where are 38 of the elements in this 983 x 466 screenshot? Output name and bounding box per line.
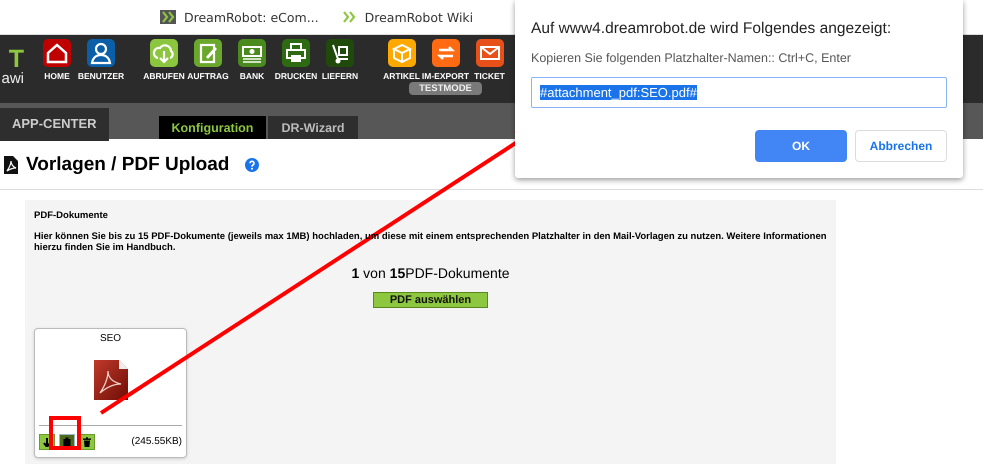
document-count: 1 von 15PDF-Dokumente: [350, 265, 510, 281]
logo-subtext: awi: [1, 71, 24, 87]
bookmark-link[interactable]: DreamRobot Wiki: [364, 10, 474, 24]
tab[interactable]: Konfiguration: [158, 116, 266, 139]
toolbar-button[interactable]: ARTIKEL: [380, 35, 423, 81]
clipboard-icon: [62, 436, 72, 446]
toolbar-button[interactable]: ABRUFEN: [142, 35, 186, 103]
dialog-message: Kopieren Sie folgenden Platzhalter-Namen:: Ctrl+C, Enter: [531, 51, 852, 65]
toolbar-button[interactable]: BANK: [230, 35, 274, 103]
testmode-badge: TESTMODE: [409, 82, 482, 95]
chevron-logo-icon: [340, 10, 357, 24]
app-center-tab[interactable]: APP-CENTER: [0, 108, 109, 141]
toolbar-button[interactable]: HOME: [35, 35, 79, 103]
down-arrow-icon: [42, 436, 52, 446]
ok-button[interactable]: OK: [755, 130, 847, 162]
dialog-title: Auf www4.dreamrobot.de wird Folgendes angezeigt:: [531, 20, 892, 38]
file-name: SEO: [100, 333, 122, 344]
toolbar-button[interactable]: LIEFERN: [318, 35, 362, 103]
toolbar-button[interactable]: TICKET: [468, 35, 511, 81]
trash-icon: [82, 436, 92, 446]
section-heading: PDF-Dokumente: [34, 210, 109, 221]
page-title: Vorlagen / PDF Upload: [26, 154, 230, 176]
chevron-logo-icon: [160, 10, 176, 24]
help-icon[interactable]: [245, 158, 260, 172]
pdf-file-icon: [4, 156, 18, 174]
logo-text: T: [8, 47, 24, 71]
placeholder-input-field[interactable]: #attachment_pdf:SEO.pdf#: [531, 77, 947, 108]
highlight-frame: [49, 416, 81, 450]
cancel-button[interactable]: Abbrechen: [855, 130, 947, 162]
toolbar-button[interactable]: AUFTRAG: [186, 35, 230, 103]
bookmark-link[interactable]: DreamRobot: eCom...: [184, 10, 319, 24]
tab[interactable]: DR-Wizard: [268, 116, 358, 139]
file-size: (245.55KB): [131, 436, 182, 447]
pdf-document-icon: [94, 360, 128, 400]
toolbar-button[interactable]: IM-EXPORT: [424, 35, 467, 81]
select-pdf-button[interactable]: PDF auswählen: [372, 292, 488, 308]
toolbar-button[interactable]: BENUTZER: [79, 35, 123, 103]
toolbar-button[interactable]: DRUCKEN: [274, 35, 318, 103]
